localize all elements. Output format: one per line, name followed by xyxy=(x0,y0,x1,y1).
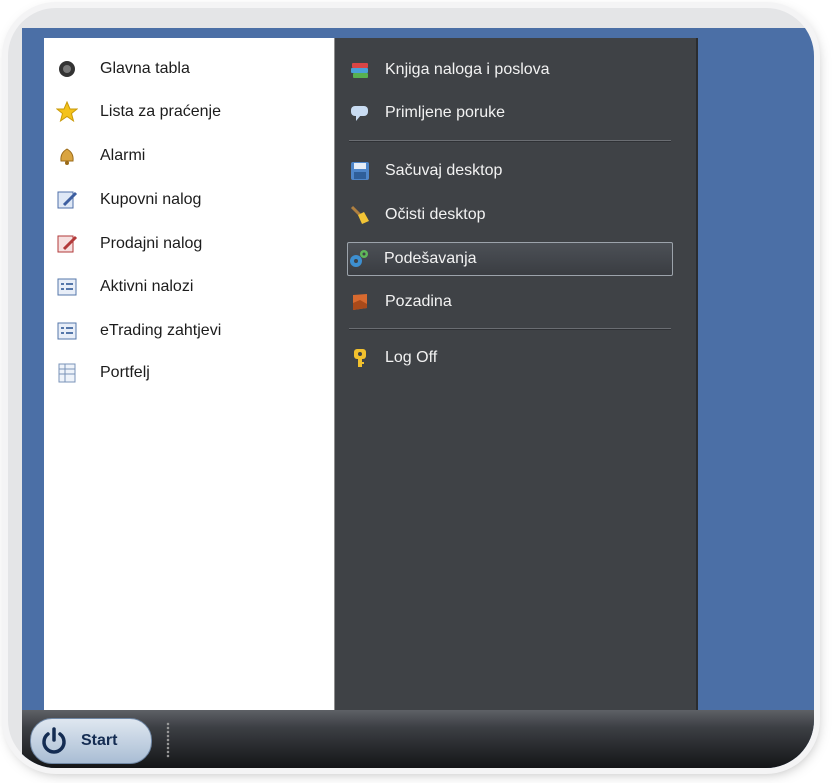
taskbar-grip[interactable] xyxy=(166,722,170,758)
menu-item-label: Prodajni nalog xyxy=(100,235,203,252)
menu-item-portfelj[interactable]: Portfelj xyxy=(56,358,326,388)
menu-item-ocisti-desktop[interactable]: Očisti desktop xyxy=(349,199,671,231)
menu-item-label: Podešavanja xyxy=(384,250,477,267)
portfolio-icon xyxy=(56,362,78,384)
floppy-disk-icon xyxy=(349,160,371,182)
menu-item-prodajni-nalog[interactable]: Prodajni nalog xyxy=(56,229,326,259)
menu-item-label: Aktivni nalozi xyxy=(100,278,194,295)
photo-frame: Glavna tabla Lista za praćenje Alarmi Ku… xyxy=(8,8,814,768)
start-menu-left-pane: Glavna tabla Lista za praćenje Alarmi Ku… xyxy=(44,38,335,710)
power-icon xyxy=(37,724,71,758)
menu-item-pozadina[interactable]: Pozadina xyxy=(349,286,671,318)
books-icon xyxy=(349,59,371,81)
start-label: Start xyxy=(81,732,118,749)
menu-item-label: Log Off xyxy=(385,349,438,366)
wallpaper-icon xyxy=(349,291,371,313)
taskbar: Start xyxy=(22,710,814,768)
key-icon xyxy=(349,347,371,369)
etrading-requests-icon xyxy=(56,320,78,342)
active-orders-icon xyxy=(56,276,78,298)
dashboard-icon xyxy=(56,58,78,80)
menu-item-podesavanja[interactable]: Podešavanja xyxy=(347,242,673,276)
menu-item-label: Sačuvaj desktop xyxy=(385,162,503,179)
menu-separator xyxy=(349,328,671,330)
menu-item-aktivni-nalozi[interactable]: Aktivni nalozi xyxy=(56,272,326,302)
star-icon xyxy=(56,101,78,123)
menu-item-glavna-tabla[interactable]: Glavna tabla xyxy=(56,54,326,84)
broom-icon xyxy=(349,204,371,226)
sell-order-icon xyxy=(56,233,78,255)
menu-item-label: Portfelj xyxy=(100,364,150,381)
menu-item-knjiga-naloga[interactable]: Knjiga naloga i poslova xyxy=(349,54,671,86)
menu-item-kupovni-nalog[interactable]: Kupovni nalog xyxy=(56,185,326,215)
desktop-screen: Glavna tabla Lista za praćenje Alarmi Ku… xyxy=(22,28,814,768)
menu-item-label: Kupovni nalog xyxy=(100,191,202,208)
menu-item-etrading-zahtjevi[interactable]: eTrading zahtjevi xyxy=(56,316,326,346)
menu-separator xyxy=(349,140,671,142)
menu-item-label: Primljene poruke xyxy=(385,104,506,121)
menu-item-label: Lista za praćenje xyxy=(100,103,221,120)
menu-item-label: Pozadina xyxy=(385,293,452,310)
menu-item-log-off[interactable]: Log Off xyxy=(349,342,671,374)
menu-item-label: Glavna tabla xyxy=(100,60,190,77)
menu-item-label: Knjiga naloga i poslova xyxy=(385,61,550,78)
buy-order-icon xyxy=(56,189,78,211)
menu-item-primljene-poruke[interactable]: Primljene poruke xyxy=(349,97,671,129)
menu-item-label: Očisti desktop xyxy=(385,206,486,223)
start-button[interactable]: Start xyxy=(30,718,152,764)
start-menu-right-pane: Knjiga naloga i poslova Primljene poruke… xyxy=(335,38,698,710)
menu-item-lista-za-pracenje[interactable]: Lista za praćenje xyxy=(56,97,326,127)
gears-icon xyxy=(348,248,370,270)
menu-item-label: eTrading zahtjevi xyxy=(100,322,222,339)
menu-item-label: Alarmi xyxy=(100,147,146,164)
menu-item-alarmi[interactable]: Alarmi xyxy=(56,141,326,171)
menu-item-sacuvaj-desktop[interactable]: Sačuvaj desktop xyxy=(349,155,671,187)
speech-bubble-icon xyxy=(349,102,371,124)
bell-icon xyxy=(56,145,78,167)
